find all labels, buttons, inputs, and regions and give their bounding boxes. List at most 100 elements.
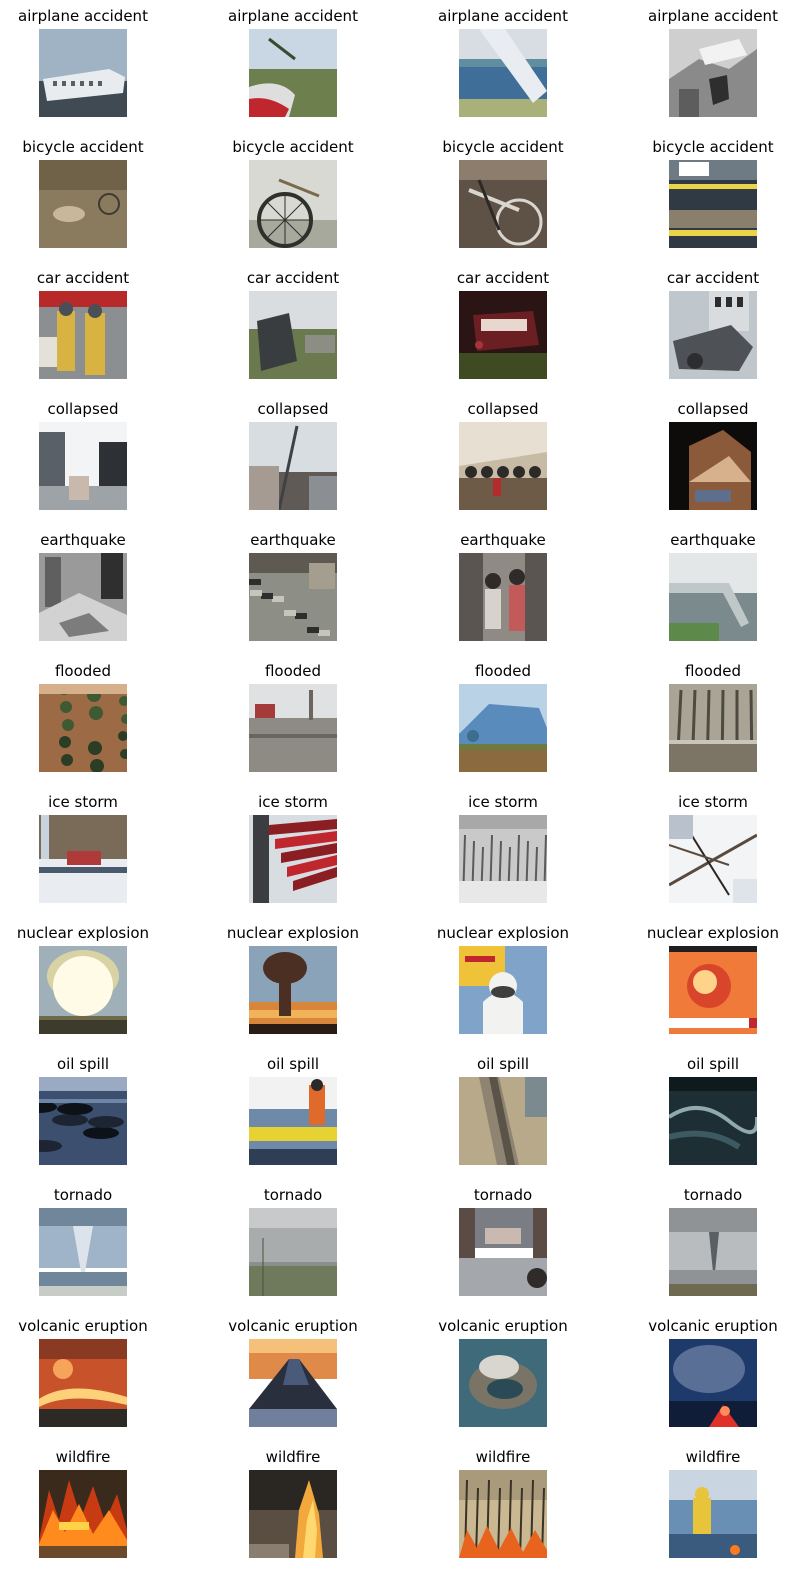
night-house-thumbnail bbox=[669, 422, 757, 510]
disaster-photo bbox=[249, 946, 337, 1034]
debris-field-thumbnail bbox=[249, 553, 337, 641]
disaster-photo bbox=[669, 1339, 757, 1427]
disaster-photo bbox=[459, 684, 547, 772]
ice-branches-thumbnail bbox=[669, 815, 757, 903]
image-caption: nuclear explosion bbox=[226, 924, 360, 942]
snow-truck-thumbnail bbox=[39, 815, 127, 903]
grid-cell: earthquake bbox=[398, 524, 608, 655]
disaster-photo bbox=[459, 553, 547, 641]
distant-funnel-thumbnail bbox=[669, 1208, 757, 1296]
image-caption: wildfire bbox=[685, 1448, 741, 1466]
image-caption: nuclear explosion bbox=[646, 924, 780, 942]
image-caption: collapsed bbox=[47, 400, 119, 418]
grid-cell: ice storm bbox=[608, 786, 801, 917]
grid-cell: airplane accident bbox=[188, 0, 398, 131]
disaster-photo bbox=[669, 1077, 757, 1165]
grid-cell: tornado bbox=[0, 1179, 188, 1310]
image-caption: tornado bbox=[473, 1186, 533, 1204]
wheel-close-thumbnail bbox=[249, 160, 337, 248]
grid-cell: wildfire bbox=[188, 1441, 398, 1572]
disaster-photo bbox=[39, 160, 127, 248]
grid-cell: flooded bbox=[0, 655, 188, 786]
bw-forest-thumbnail bbox=[459, 815, 547, 903]
disaster-photo bbox=[669, 291, 757, 379]
image-caption: flooded bbox=[684, 662, 742, 680]
broken-bridge-thumbnail bbox=[669, 553, 757, 641]
image-caption: airplane accident bbox=[228, 7, 358, 25]
grid-cell: bicycle accident bbox=[608, 131, 801, 262]
image-caption: airplane accident bbox=[648, 7, 778, 25]
disaster-photo bbox=[39, 1208, 127, 1296]
grid-cell: collapsed bbox=[188, 393, 398, 524]
image-caption: bicycle accident bbox=[232, 138, 354, 156]
sky-wreck-thumbnail bbox=[39, 29, 127, 117]
river-aerial-thumbnail bbox=[669, 1077, 757, 1165]
grid-cell: wildfire bbox=[608, 1441, 801, 1572]
red-seats-thumbnail bbox=[249, 815, 337, 903]
disaster-photo bbox=[249, 1077, 337, 1165]
grid-cell: nuclear explosion bbox=[608, 917, 801, 1048]
image-caption: airplane accident bbox=[18, 7, 148, 25]
disaster-photo bbox=[39, 29, 127, 117]
aerial-flood-thumbnail bbox=[39, 684, 127, 772]
grid-cell: earthquake bbox=[608, 524, 801, 655]
grid-cell: collapsed bbox=[0, 393, 188, 524]
disaster-photo bbox=[669, 815, 757, 903]
disaster-photo bbox=[459, 1208, 547, 1296]
image-caption: volcanic eruption bbox=[648, 1317, 778, 1335]
grid-cell: oil spill bbox=[398, 1048, 608, 1179]
disaster-photo bbox=[459, 291, 547, 379]
disaster-photo bbox=[669, 684, 757, 772]
flame-smoke-thumbnail bbox=[249, 1470, 337, 1558]
image-caption: earthquake bbox=[460, 531, 546, 549]
tape-street-thumbnail bbox=[669, 160, 757, 248]
mushroom-dark-thumbnail bbox=[249, 946, 337, 1034]
firefighters-thumbnail bbox=[39, 291, 127, 379]
grid-cell: volcanic eruption bbox=[0, 1310, 188, 1441]
disaster-photo bbox=[249, 553, 337, 641]
image-caption: flooded bbox=[264, 662, 322, 680]
bw-rubble-thumbnail bbox=[39, 553, 127, 641]
disaster-photo bbox=[39, 1339, 127, 1427]
image-caption: collapsed bbox=[467, 400, 539, 418]
disaster-photo bbox=[39, 291, 127, 379]
grid-cell: tornado bbox=[188, 1179, 398, 1310]
image-caption: airplane accident bbox=[438, 7, 568, 25]
disaster-photo bbox=[39, 422, 127, 510]
grid-cell: oil spill bbox=[188, 1048, 398, 1179]
disaster-photo bbox=[249, 1339, 337, 1427]
image-caption: nuclear explosion bbox=[436, 924, 570, 942]
night-car-thumbnail bbox=[459, 291, 547, 379]
image-caption: car accident bbox=[456, 269, 550, 287]
firefighter-smoke-thumbnail bbox=[669, 1470, 757, 1558]
grid-cell: airplane accident bbox=[398, 0, 608, 131]
grid-cell: volcanic eruption bbox=[398, 1310, 608, 1441]
grid-cell: collapsed bbox=[608, 393, 801, 524]
disaster-photo bbox=[459, 1339, 547, 1427]
grid-cell: ice storm bbox=[398, 786, 608, 917]
grid-cell: tornado bbox=[398, 1179, 608, 1310]
disaster-photo bbox=[39, 815, 127, 903]
disaster-photo bbox=[459, 946, 547, 1034]
grid-cell: airplane accident bbox=[0, 0, 188, 131]
image-caption: tornado bbox=[53, 1186, 113, 1204]
grid-cell: ice storm bbox=[0, 786, 188, 917]
grid-cell: flooded bbox=[188, 655, 398, 786]
grid-cell: nuclear explosion bbox=[398, 917, 608, 1048]
grid-cell: volcanic eruption bbox=[608, 1310, 801, 1441]
bw-wreck-thumbnail bbox=[669, 29, 757, 117]
grid-cell: bicycle accident bbox=[398, 131, 608, 262]
grid-cell: tornado bbox=[608, 1179, 801, 1310]
image-caption: bicycle accident bbox=[22, 138, 144, 156]
grid-cell: car accident bbox=[0, 262, 188, 393]
flipped-car-thumbnail bbox=[249, 291, 337, 379]
image-caption: bicycle accident bbox=[652, 138, 774, 156]
image-caption: wildfire bbox=[475, 1448, 531, 1466]
grid-cell: earthquake bbox=[0, 524, 188, 655]
image-caption: ice storm bbox=[48, 793, 118, 811]
image-caption: wildfire bbox=[55, 1448, 111, 1466]
disaster-photo bbox=[669, 160, 757, 248]
disaster-photo bbox=[459, 29, 547, 117]
disaster-photo bbox=[459, 422, 547, 510]
tv-fireball-thumbnail bbox=[669, 946, 757, 1034]
